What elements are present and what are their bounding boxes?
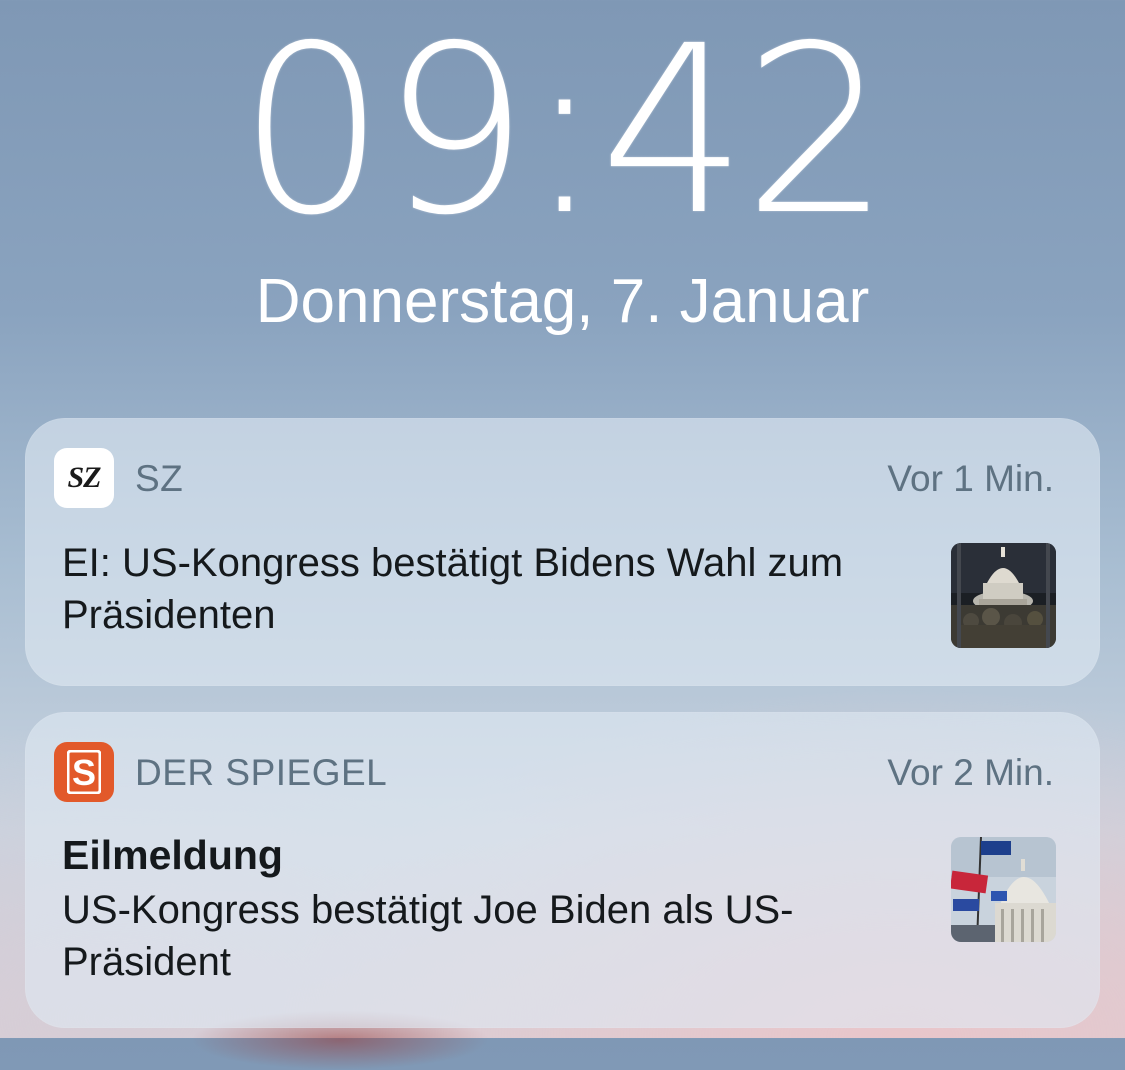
lockscreen-date: Donnerstag, 7. Januar: [255, 267, 870, 336]
sz-logo-text: SZ: [67, 461, 101, 494]
lockscreen-clock: 09:42: [238, 0, 891, 266]
capitol-night-thumbnail: [951, 543, 1056, 648]
notification-title: Eilmeldung: [62, 832, 283, 878]
notification-sz[interactable]: SZ SZ Vor 1 Min. EI: US-Kongress bestäti…: [25, 418, 1100, 686]
notification-time: Vor 2 Min.: [887, 752, 1054, 793]
sz-logo-icon: SZ: [54, 448, 114, 508]
notification-app-name: DER SPIEGEL: [135, 752, 388, 793]
capitol-flags-thumbnail: [951, 837, 1056, 942]
spiegel-s-logo-icon: S: [54, 742, 114, 802]
spiegel-logo-letter: S: [72, 752, 96, 793]
notification-time: Vor 1 Min.: [887, 458, 1054, 499]
notification-spiegel[interactable]: S DER SPIEGEL Vor 2 Min. Eilmeldung US-K…: [25, 712, 1100, 1028]
notification-app-name: SZ: [135, 458, 184, 499]
notification-body: US-Kongress bestätigt Joe Biden als US-P…: [62, 888, 794, 984]
notification-body: EI: US-Kongress bestätigt Bidens Wahl zu…: [62, 541, 844, 637]
